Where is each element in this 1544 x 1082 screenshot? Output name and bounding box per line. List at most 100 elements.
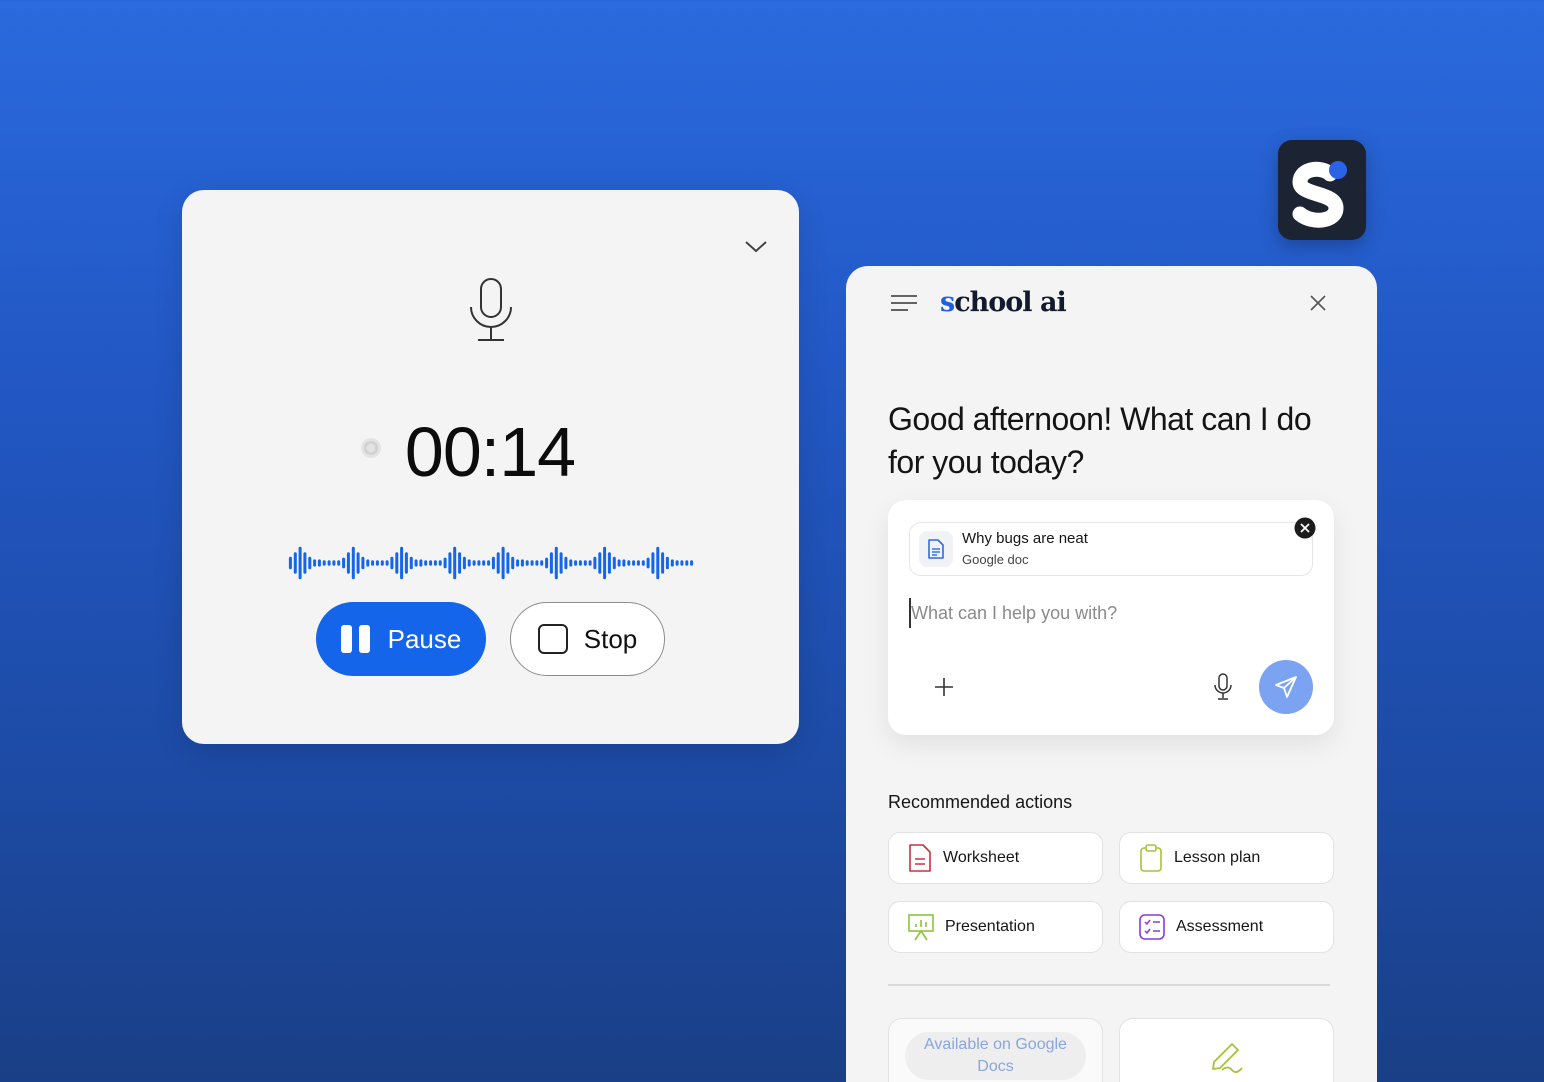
waveform-bar <box>390 556 394 570</box>
waveform-bar <box>303 552 307 574</box>
waveform-bar <box>342 557 346 569</box>
waveform-bar <box>622 559 626 567</box>
waveform-bar <box>545 557 549 569</box>
waveform-bar <box>632 560 636 566</box>
action-label: Presentation <box>945 918 1035 935</box>
waveform-bar <box>496 552 500 574</box>
stop-label: Stop <box>583 623 638 654</box>
action-label: Worksheet <box>943 849 1020 866</box>
waveform-bar <box>419 559 423 567</box>
waveform-bar <box>627 560 631 566</box>
waveform-bar <box>564 556 568 570</box>
pen-icon <box>1212 1043 1243 1073</box>
waveform-bar <box>308 556 312 570</box>
waveform-bar <box>361 556 365 570</box>
send-button[interactable] <box>1259 660 1313 714</box>
chevron-down-icon[interactable] <box>743 236 769 256</box>
waveform-bar <box>491 556 495 570</box>
elapsed-timer: 00:14 <box>404 413 576 491</box>
s-logo-icon <box>1292 161 1347 228</box>
waveform-bar <box>574 560 578 566</box>
attachment-title: Why bugs are neat <box>962 530 1088 547</box>
document-icon <box>928 539 944 559</box>
waveform-bar <box>516 559 520 567</box>
waveform-bar <box>588 560 592 566</box>
waveform-bar <box>525 560 529 566</box>
hamburger-menu-icon[interactable] <box>890 292 918 314</box>
action-label: Lesson plan <box>1174 849 1261 866</box>
action-assessment[interactable]: Assessment <box>1119 901 1334 953</box>
waveform-bar <box>298 546 302 580</box>
waveform-bar <box>351 546 355 580</box>
waveform-bar <box>554 546 558 580</box>
waveform-bar <box>462 556 466 570</box>
waveform-bar <box>612 556 616 570</box>
waveform-bar <box>530 560 534 566</box>
waveform-bar <box>429 560 433 566</box>
waveform-bar <box>651 552 655 574</box>
waveform-bar <box>424 560 428 566</box>
waveform-bar <box>472 560 476 566</box>
waveform-bar <box>636 560 640 566</box>
checklist-icon <box>1139 914 1165 940</box>
audio-waveform <box>288 546 694 580</box>
waveform-bar <box>371 560 375 566</box>
waveform-bar <box>661 552 665 574</box>
waveform-bar <box>680 560 684 566</box>
waveform-bar <box>506 552 510 574</box>
waveform-bar <box>598 552 602 574</box>
remove-attachment-icon[interactable] <box>1294 517 1316 539</box>
voice-input-icon[interactable] <box>1212 672 1234 702</box>
recommended-actions-heading: Recommended actions <box>888 792 1073 812</box>
waveform-bar <box>356 552 360 574</box>
waveform-bar <box>685 560 689 566</box>
recording-indicator <box>361 438 381 458</box>
waveform-bar <box>482 560 486 566</box>
stop-button[interactable]: Stop <box>510 602 665 676</box>
greeting-heading: Good afternoon! What can I do for you to… <box>888 401 1312 480</box>
waveform-bar <box>569 559 573 567</box>
waveform-bar <box>646 557 650 569</box>
action-lesson-plan[interactable]: Lesson plan <box>1119 832 1334 884</box>
waveform-bar <box>477 560 481 566</box>
pause-button[interactable]: Pause <box>316 602 486 676</box>
pause-icon <box>340 625 370 653</box>
waveform-bar <box>322 560 326 566</box>
waveform-bar <box>404 552 408 574</box>
waveform-bar <box>288 556 292 570</box>
waveform-bar <box>520 559 524 567</box>
close-icon[interactable] <box>1307 292 1329 314</box>
waveform-bar <box>346 552 350 574</box>
brand-logo: school ai <box>940 285 1067 321</box>
add-icon[interactable] <box>933 676 955 698</box>
waveform-bar <box>443 557 447 569</box>
stop-icon <box>537 624 568 654</box>
action-presentation[interactable]: Presentation <box>888 901 1103 953</box>
waveform-bar <box>583 560 587 566</box>
worksheet-icon <box>909 844 931 872</box>
clipboard-icon <box>1140 844 1162 872</box>
send-icon <box>1275 676 1297 698</box>
waveform-bar <box>467 559 471 567</box>
waveform-bar <box>438 560 442 566</box>
waveform-bar <box>559 552 563 574</box>
waveform-bar <box>540 560 544 566</box>
waveform-bar <box>511 556 515 570</box>
waveform-bar <box>433 560 437 566</box>
waveform-bar <box>453 546 457 580</box>
waveform-bar <box>603 546 607 580</box>
waveform-bar <box>448 552 452 574</box>
waveform-bar <box>385 560 389 566</box>
schoolai-app-icon <box>1278 140 1366 240</box>
available-on-google-docs-badge: Available on Google Docs <box>905 1032 1086 1080</box>
waveform-bar <box>593 556 597 570</box>
divider <box>888 984 1330 986</box>
waveform-bar <box>313 559 317 567</box>
waveform-bar <box>458 552 462 574</box>
waveform-bar <box>366 559 370 567</box>
waveform-bar <box>675 560 679 566</box>
prompt-input[interactable] <box>911 598 1291 628</box>
waveform-bar <box>332 560 336 566</box>
action-worksheet[interactable]: Worksheet <box>888 832 1103 884</box>
brand-prefix: s <box>940 287 955 318</box>
